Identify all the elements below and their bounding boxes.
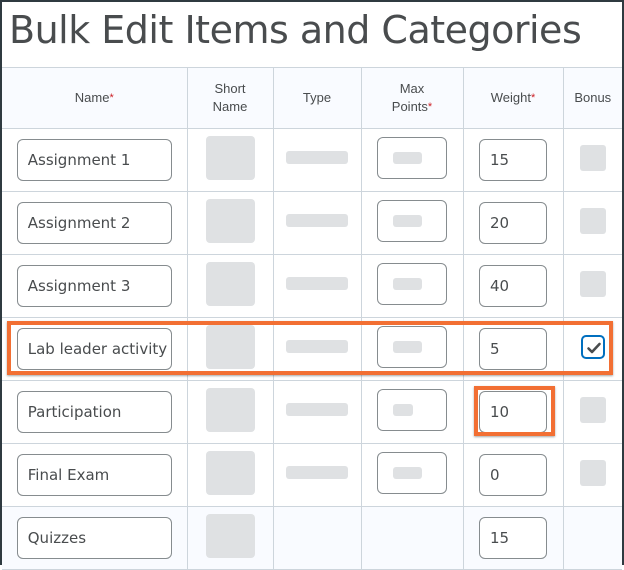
short-name-placeholder <box>205 513 255 558</box>
weight-input[interactable]: 0 <box>479 454 547 496</box>
max-points-placeholder <box>393 403 413 416</box>
max-points-placeholder <box>393 214 422 227</box>
column-header-max-points: Max Points* <box>360 67 464 129</box>
weight-input[interactable]: 15 <box>479 517 547 559</box>
name-input[interactable]: Final Exam <box>16 454 172 496</box>
short-name-placeholder <box>205 450 255 495</box>
bulk-edit-table: Name* Short Name Type Max Points* Weight* … <box>2 67 622 570</box>
max-points-input[interactable] <box>377 388 447 431</box>
name-input[interactable]: Assignment 3 <box>16 265 172 307</box>
max-points-placeholder <box>393 151 422 164</box>
max-points-input[interactable] <box>377 136 447 179</box>
table-row: Final Exam 0 <box>2 443 622 507</box>
required-marker: * <box>530 92 536 104</box>
table-row-category: Quizzes 15 <box>2 506 622 570</box>
bonus-checkbox-placeholder[interactable] <box>579 396 606 423</box>
name-input[interactable]: Assignment 2 <box>16 202 172 244</box>
max-points-input[interactable] <box>377 199 447 242</box>
bonus-checkbox-placeholder[interactable] <box>579 459 606 486</box>
bonus-checkbox-placeholder[interactable] <box>579 207 606 234</box>
weight-input[interactable]: 15 <box>479 139 547 181</box>
type-placeholder <box>286 466 348 479</box>
max-points-input[interactable] <box>377 451 447 494</box>
column-header-type: Type <box>272 67 362 129</box>
max-points-placeholder <box>393 277 422 290</box>
weight-input[interactable]: 40 <box>479 265 547 307</box>
type-placeholder <box>286 214 348 227</box>
type-placeholder <box>286 340 348 353</box>
table-row: Assignment 2 20 <box>2 191 622 255</box>
type-placeholder <box>286 151 348 164</box>
bonus-checkbox-checked[interactable] <box>580 334 605 359</box>
max-points-input[interactable] <box>377 262 447 305</box>
column-header-short-name: Short Name <box>186 67 274 129</box>
name-input[interactable]: Participation <box>16 391 172 433</box>
max-points-placeholder <box>393 466 422 479</box>
max-points-placeholder <box>393 340 422 353</box>
column-header-name: Name* <box>2 67 188 129</box>
page-title: Bulk Edit Items and Categories <box>9 8 582 52</box>
weight-input[interactable]: 10 <box>479 391 547 433</box>
short-name-placeholder <box>205 261 255 306</box>
max-points-cell-empty <box>360 506 464 570</box>
short-name-placeholder <box>205 324 255 369</box>
short-name-placeholder <box>205 135 255 180</box>
bonus-checkbox-placeholder[interactable] <box>579 270 606 297</box>
column-header-bonus: Bonus <box>562 67 622 129</box>
name-input[interactable]: Quizzes <box>16 517 172 559</box>
type-placeholder <box>286 277 348 290</box>
short-name-placeholder <box>205 387 255 432</box>
bonus-checkbox-placeholder[interactable] <box>579 144 606 171</box>
weight-input[interactable]: 5 <box>479 328 547 370</box>
max-points-input[interactable] <box>377 325 447 368</box>
table-row: Assignment 1 15 <box>2 128 622 192</box>
type-placeholder <box>286 403 348 416</box>
type-cell-empty <box>272 506 362 570</box>
table-row-highlighted: Lab leader activity 5 <box>2 317 622 381</box>
checkmark-icon <box>586 342 601 353</box>
table-header-row: Name* Short Name Type Max Points* Weight* … <box>2 67 622 129</box>
bonus-cell-empty <box>562 506 622 570</box>
table-row: Assignment 3 40 <box>2 254 622 318</box>
name-input[interactable]: Lab leader activity <box>16 328 172 370</box>
column-header-weight: Weight* <box>462 67 564 129</box>
required-marker: * <box>427 101 433 113</box>
name-input[interactable]: Assignment 1 <box>16 139 172 181</box>
short-name-placeholder <box>205 198 255 243</box>
required-marker: * <box>109 92 114 104</box>
table-row: Participation 10 <box>2 380 622 444</box>
weight-input[interactable]: 20 <box>479 202 547 244</box>
